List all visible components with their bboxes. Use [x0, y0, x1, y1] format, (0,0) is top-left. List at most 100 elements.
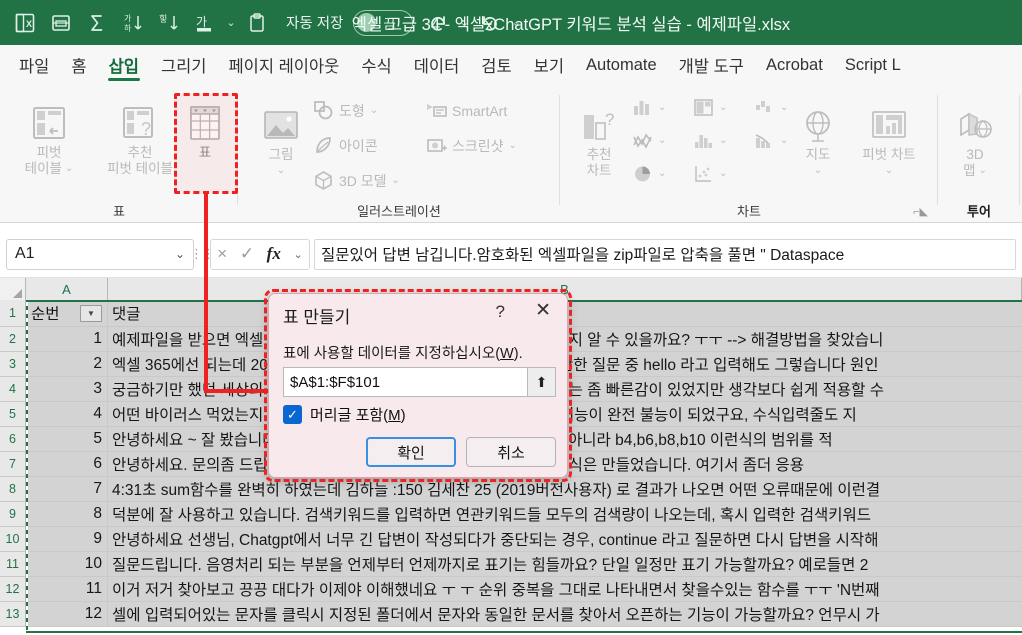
- tab-acrobat[interactable]: Acrobat: [755, 48, 834, 82]
- cell-b12[interactable]: 이거 저거 찾아보고 끙끙 대다가 이제야 이해했네요 ㅜ ㅜ 순위 중복을 그…: [108, 577, 1022, 601]
- waterfall-chart-button[interactable]: ⌄: [754, 97, 788, 118]
- cell-b9[interactable]: 덕분에 잘 사용하고 있습니다. 검색키워드를 입력하면 연관키워드들 모두의 …: [108, 502, 1022, 526]
- column-chart-button[interactable]: ⌄: [632, 97, 666, 118]
- shapes-button[interactable]: 도형 ⌄: [313, 100, 378, 121]
- column-chart-chevron-down-icon[interactable]: ⌄: [658, 102, 666, 113]
- map3d-chevron-down-icon[interactable]: ⌄: [979, 163, 987, 179]
- cell-b10[interactable]: 안녕하세요 선생님, Chatgpt에서 너무 긴 답변이 작성되다가 중단되는…: [108, 527, 1022, 551]
- autosum-icon[interactable]: [80, 6, 114, 40]
- cell-a1[interactable]: 순번 ▼: [26, 300, 108, 326]
- undo-chevron-down-icon[interactable]: ⌄: [509, 6, 523, 40]
- enter-formula-icon[interactable]: ✓: [240, 244, 254, 264]
- cancel-formula-icon[interactable]: ×: [217, 244, 227, 264]
- picture-button[interactable]: 그림 ⌄: [250, 99, 312, 179]
- combo-chart-button[interactable]: ⌄: [754, 130, 788, 151]
- close-icon[interactable]: ✕: [535, 301, 551, 320]
- name-box-chevron-down-icon[interactable]: ⌄: [175, 247, 185, 261]
- range-picker-icon[interactable]: ⬆: [527, 368, 555, 396]
- insert-function-icon[interactable]: fx: [267, 244, 281, 264]
- save-icon[interactable]: [44, 6, 78, 40]
- customize-qat-icon[interactable]: ⌄: [525, 6, 549, 40]
- pie-chart-button[interactable]: ⌄: [632, 163, 666, 184]
- row-header-11[interactable]: 11: [0, 552, 26, 577]
- row-header-7[interactable]: 7: [0, 452, 26, 477]
- cell-a4[interactable]: 3: [26, 377, 108, 401]
- table-row[interactable]: 8 덕분에 잘 사용하고 있습니다. 검색키워드를 입력하면 연관키워드들 모두…: [26, 502, 1022, 527]
- pivot-table-button[interactable]: 피벗 테이블 ⌄: [18, 97, 80, 177]
- font-color-chevron-down-icon[interactable]: ⌄: [224, 6, 238, 40]
- row-header-13[interactable]: 13: [0, 602, 26, 627]
- cell-a7[interactable]: 6: [26, 452, 108, 476]
- select-all-corner[interactable]: [0, 278, 26, 300]
- redo-icon[interactable]: [421, 6, 455, 40]
- tab-automate[interactable]: Automate: [575, 48, 668, 82]
- map3d-button[interactable]: 3D 맵 ⌄: [946, 99, 1004, 179]
- row-header-10[interactable]: 10: [0, 527, 26, 552]
- tab-view[interactable]: 보기: [523, 48, 575, 82]
- tab-draw[interactable]: 그리기: [150, 48, 218, 82]
- tab-insert[interactable]: 삽입: [98, 48, 150, 82]
- pivot-chart-chevron-down-icon[interactable]: ⌄: [885, 163, 893, 179]
- smartart-button[interactable]: SmartArt: [426, 100, 507, 121]
- statistic-chart-chevron-down-icon[interactable]: ⌄: [719, 135, 727, 146]
- table-row[interactable]: 11 이거 저거 찾아보고 끙끙 대다가 이제야 이해했네요 ㅜ ㅜ 순위 중복…: [26, 577, 1022, 602]
- font-color-icon[interactable]: 가: [188, 6, 222, 40]
- pivot-table-chevron-down-icon[interactable]: ⌄: [65, 161, 73, 177]
- picture-chevron-down-icon[interactable]: ⌄: [277, 163, 285, 179]
- cell-a2[interactable]: 1: [26, 327, 108, 351]
- hierarchy-chart-chevron-down-icon[interactable]: ⌄: [719, 102, 727, 113]
- cell-a9[interactable]: 8: [26, 502, 108, 526]
- map-button[interactable]: 지도 ⌄: [792, 99, 844, 179]
- line-chart-chevron-down-icon[interactable]: ⌄: [658, 135, 666, 146]
- table-row[interactable]: 12 셀에 입력되어있는 문자를 클릭시 지정된 폴더에서 문자와 동일한 문서…: [26, 602, 1022, 627]
- cell-b11[interactable]: 질문드립니다. 음영처리 되는 부분을 언제부터 언제까지로 표기는 힘들까요?…: [108, 552, 1022, 576]
- recommended-charts-button[interactable]: ? 추천 차트: [568, 99, 630, 179]
- cell-b8[interactable]: 4:31초 sum함수를 완벽히 하였는데 김하늘 :150 김세찬 25 (2…: [108, 477, 1022, 501]
- row-header-1[interactable]: 1: [0, 300, 26, 327]
- cell-a13[interactable]: 12: [26, 602, 108, 626]
- hierarchy-chart-button[interactable]: ⌄: [693, 97, 727, 118]
- model3d-button[interactable]: 3D 모델 ⌄: [313, 170, 400, 191]
- recommended-pivot-table-button[interactable]: ? 추천 피벗 테이블: [95, 97, 185, 177]
- cell-a11[interactable]: 10: [26, 552, 108, 576]
- row-header-2[interactable]: 2: [0, 327, 26, 352]
- cell-a8[interactable]: 7: [26, 477, 108, 501]
- paste-icon[interactable]: [240, 6, 274, 40]
- range-input[interactable]: $A$1:$F$101 ⬆: [283, 367, 556, 397]
- table-row[interactable]: 10 질문드립니다. 음영처리 되는 부분을 언제부터 언제까지로 표기는 힘들…: [26, 552, 1022, 577]
- row-header-12[interactable]: 12: [0, 577, 26, 602]
- combo-chart-chevron-down-icon[interactable]: ⌄: [780, 135, 788, 146]
- formula-chevron-down-icon[interactable]: ⌄: [293, 248, 302, 261]
- scatter-chart-chevron-down-icon[interactable]: ⌄: [719, 168, 727, 179]
- screenshot-chevron-down-icon[interactable]: ⌄: [509, 140, 517, 151]
- line-chart-button[interactable]: ⌄: [632, 130, 666, 151]
- headers-checkbox[interactable]: ✓ 머리글 포함(M): [283, 404, 406, 425]
- help-icon[interactable]: ?: [496, 302, 505, 322]
- tab-home[interactable]: 홈: [60, 48, 97, 82]
- cell-a6[interactable]: 5: [26, 427, 108, 451]
- sort-ascending-icon[interactable]: 가하: [116, 6, 150, 40]
- cell-b13[interactable]: 셀에 입력되어있는 문자를 클릭시 지정된 폴더에서 문자와 동일한 문서를 찾…: [108, 602, 1022, 626]
- shapes-chevron-down-icon[interactable]: ⌄: [370, 105, 378, 116]
- tab-file[interactable]: 파일: [8, 48, 60, 82]
- column-header-a[interactable]: A: [26, 278, 108, 300]
- screenshot-button[interactable]: 스크린샷 ⌄: [426, 135, 517, 156]
- tab-formulas[interactable]: 수식: [350, 48, 402, 82]
- undo-icon[interactable]: [473, 6, 507, 40]
- redo-chevron-down-icon[interactable]: ⌄: [457, 6, 471, 40]
- statistic-chart-button[interactable]: ⌄: [693, 130, 727, 151]
- tab-developer[interactable]: 개발 도구: [668, 48, 755, 82]
- map-chevron-down-icon[interactable]: ⌄: [814, 163, 822, 179]
- icons-button[interactable]: 아이콘: [313, 135, 378, 156]
- autosave-toggle[interactable]: 끔: [353, 9, 414, 36]
- cell-a5[interactable]: 4: [26, 402, 108, 426]
- waterfall-chart-chevron-down-icon[interactable]: ⌄: [780, 102, 788, 113]
- formula-input[interactable]: 질문있어 답변 남깁니다.암호화된 엑셀파일을 zip파일로 압축을 풀면 " …: [314, 238, 1016, 270]
- tab-data[interactable]: 데이터: [403, 48, 471, 82]
- name-box[interactable]: A1 ⌄: [6, 238, 194, 270]
- cell-a10[interactable]: 9: [26, 527, 108, 551]
- row-header-4[interactable]: 4: [0, 377, 26, 402]
- charts-dialog-launcher-icon[interactable]: ⌐◣: [913, 205, 928, 218]
- row-header-9[interactable]: 9: [0, 502, 26, 527]
- cell-a3[interactable]: 2: [26, 352, 108, 376]
